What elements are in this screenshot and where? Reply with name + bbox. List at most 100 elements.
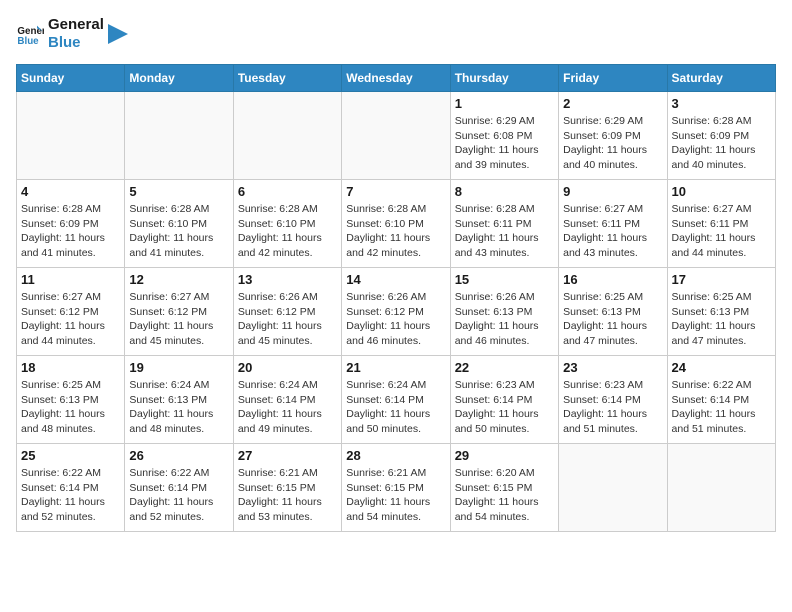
calendar-cell: 11 Sunrise: 6:27 AMSunset: 6:12 PMDayligh… [17,268,125,356]
day-info: Sunrise: 6:25 AMSunset: 6:13 PMDaylight:… [21,378,120,437]
calendar-cell: 5 Sunrise: 6:28 AMSunset: 6:10 PMDaylight… [125,180,233,268]
day-number: 25 [21,448,120,463]
calendar-cell: 13 Sunrise: 6:26 AMSunset: 6:12 PMDayligh… [233,268,341,356]
day-number: 14 [346,272,445,287]
calendar-cell: 4 Sunrise: 6:28 AMSunset: 6:09 PMDaylight… [17,180,125,268]
week-row-2: 4 Sunrise: 6:28 AMSunset: 6:09 PMDaylight… [17,180,776,268]
calendar-cell [233,92,341,180]
calendar-cell: 20Sunrise: 6:24 AMSunset: 6:14 PMDayligh… [233,356,341,444]
calendar-cell: 2Sunrise: 6:29 AMSunset: 6:09 PMDaylight… [559,92,667,180]
day-header-tuesday: Tuesday [233,65,341,92]
week-row-4: 18 Sunrise: 6:25 AMSunset: 6:13 PMDayligh… [17,356,776,444]
day-info: Sunrise: 6:20 AMSunset: 6:15 PMDaylight:… [455,466,554,525]
calendar-cell: 7 Sunrise: 6:28 AMSunset: 6:10 PMDaylight… [342,180,450,268]
calendar: SundayMondayTuesdayWednesdayThursdayFrid… [16,64,776,532]
logo-icon: General Blue [16,20,44,48]
calendar-cell: 25 Sunrise: 6:22 AMSunset: 6:14 PMDayligh… [17,444,125,532]
day-number: 22 [455,360,554,375]
day-info: Sunrise: 6:28 AMSunset: 6:09 PMDaylight:… [21,202,120,261]
day-number: 10 [672,184,771,199]
calendar-cell: 23 Sunrise: 6:23 AMSunset: 6:14 PMDayligh… [559,356,667,444]
day-number: 4 [21,184,120,199]
calendar-cell: 18 Sunrise: 6:25 AMSunset: 6:13 PMDayligh… [17,356,125,444]
calendar-cell: 1 Sunrise: 6:29 AMSunset: 6:08 PMDaylight… [450,92,558,180]
day-info: Sunrise: 6:22 AMSunset: 6:14 PMDaylight:… [672,378,771,437]
calendar-cell: 15Sunrise: 6:26 AMSunset: 6:13 PMDayligh… [450,268,558,356]
calendar-cell: 6 Sunrise: 6:28 AMSunset: 6:10 PMDaylight… [233,180,341,268]
calendar-cell: 21 Sunrise: 6:24 AMSunset: 6:14 PMDayligh… [342,356,450,444]
day-info: Sunrise: 6:28 AMSunset: 6:09 PMDaylight:… [672,114,771,173]
day-info: Sunrise: 6:24 AMSunset: 6:14 PMDaylight:… [346,378,445,437]
day-header-thursday: Thursday [450,65,558,92]
calendar-cell: 24Sunrise: 6:22 AMSunset: 6:14 PMDayligh… [667,356,775,444]
week-row-3: 11 Sunrise: 6:27 AMSunset: 6:12 PMDayligh… [17,268,776,356]
day-header-monday: Monday [125,65,233,92]
day-number: 2 [563,96,662,111]
day-info: Sunrise: 6:27 AMSunset: 6:11 PMDaylight:… [563,202,662,261]
day-header-wednesday: Wednesday [342,65,450,92]
day-number: 7 [346,184,445,199]
day-info: Sunrise: 6:22 AMSunset: 6:14 PMDaylight:… [129,466,228,525]
day-header-sunday: Sunday [17,65,125,92]
day-info: Sunrise: 6:28 AMSunset: 6:10 PMDaylight:… [346,202,445,261]
calendar-cell: 9 Sunrise: 6:27 AMSunset: 6:11 PMDaylight… [559,180,667,268]
day-number: 12 [129,272,228,287]
day-number: 11 [21,272,120,287]
day-number: 16 [563,272,662,287]
calendar-cell [559,444,667,532]
calendar-cell [17,92,125,180]
day-number: 1 [455,96,554,111]
day-info: Sunrise: 6:27 AMSunset: 6:12 PMDaylight:… [21,290,120,349]
day-info: Sunrise: 6:28 AMSunset: 6:10 PMDaylight:… [238,202,337,261]
logo-arrow-icon [108,24,128,44]
calendar-cell: 14Sunrise: 6:26 AMSunset: 6:12 PMDayligh… [342,268,450,356]
calendar-cell [667,444,775,532]
day-info: Sunrise: 6:29 AMSunset: 6:08 PMDaylight:… [455,114,554,173]
day-number: 6 [238,184,337,199]
day-number: 29 [455,448,554,463]
day-info: Sunrise: 6:27 AMSunset: 6:12 PMDaylight:… [129,290,228,349]
day-info: Sunrise: 6:23 AMSunset: 6:14 PMDaylight:… [455,378,554,437]
calendar-cell: 28Sunrise: 6:21 AMSunset: 6:15 PMDayligh… [342,444,450,532]
day-header-friday: Friday [559,65,667,92]
week-row-1: 1 Sunrise: 6:29 AMSunset: 6:08 PMDaylight… [17,92,776,180]
calendar-header-row: SundayMondayTuesdayWednesdayThursdayFrid… [17,65,776,92]
day-number: 17 [672,272,771,287]
day-number: 27 [238,448,337,463]
day-info: Sunrise: 6:25 AMSunset: 6:13 PMDaylight:… [563,290,662,349]
day-number: 13 [238,272,337,287]
svg-text:Blue: Blue [17,36,39,47]
calendar-cell: 27 Sunrise: 6:21 AMSunset: 6:15 PMDayligh… [233,444,341,532]
day-number: 18 [21,360,120,375]
day-info: Sunrise: 6:28 AMSunset: 6:10 PMDaylight:… [129,202,228,261]
calendar-cell: 3 Sunrise: 6:28 AMSunset: 6:09 PMDaylight… [667,92,775,180]
calendar-cell: 17Sunrise: 6:25 AMSunset: 6:13 PMDayligh… [667,268,775,356]
day-info: Sunrise: 6:28 AMSunset: 6:11 PMDaylight:… [455,202,554,261]
calendar-cell: 10 Sunrise: 6:27 AMSunset: 6:11 PMDayligh… [667,180,775,268]
calendar-cell: 16 Sunrise: 6:25 AMSunset: 6:13 PMDayligh… [559,268,667,356]
day-info: Sunrise: 6:22 AMSunset: 6:14 PMDaylight:… [21,466,120,525]
day-number: 26 [129,448,228,463]
day-info: Sunrise: 6:26 AMSunset: 6:12 PMDaylight:… [238,290,337,349]
calendar-cell: 26 Sunrise: 6:22 AMSunset: 6:14 PMDayligh… [125,444,233,532]
day-number: 20 [238,360,337,375]
day-number: 3 [672,96,771,111]
calendar-cell: 19Sunrise: 6:24 AMSunset: 6:13 PMDayligh… [125,356,233,444]
day-number: 15 [455,272,554,287]
calendar-cell [342,92,450,180]
day-info: Sunrise: 6:21 AMSunset: 6:15 PMDaylight:… [238,466,337,525]
calendar-cell: 29 Sunrise: 6:20 AMSunset: 6:15 PMDayligh… [450,444,558,532]
logo-general: General [48,16,104,34]
day-number: 19 [129,360,228,375]
calendar-cell [125,92,233,180]
day-number: 5 [129,184,228,199]
calendar-cell: 22 Sunrise: 6:23 AMSunset: 6:14 PMDayligh… [450,356,558,444]
week-row-5: 25 Sunrise: 6:22 AMSunset: 6:14 PMDayligh… [17,444,776,532]
logo: General Blue General Blue [16,16,128,52]
day-number: 9 [563,184,662,199]
day-info: Sunrise: 6:23 AMSunset: 6:14 PMDaylight:… [563,378,662,437]
day-number: 21 [346,360,445,375]
logo-blue: Blue [48,34,104,52]
day-number: 23 [563,360,662,375]
day-info: Sunrise: 6:27 AMSunset: 6:11 PMDaylight:… [672,202,771,261]
